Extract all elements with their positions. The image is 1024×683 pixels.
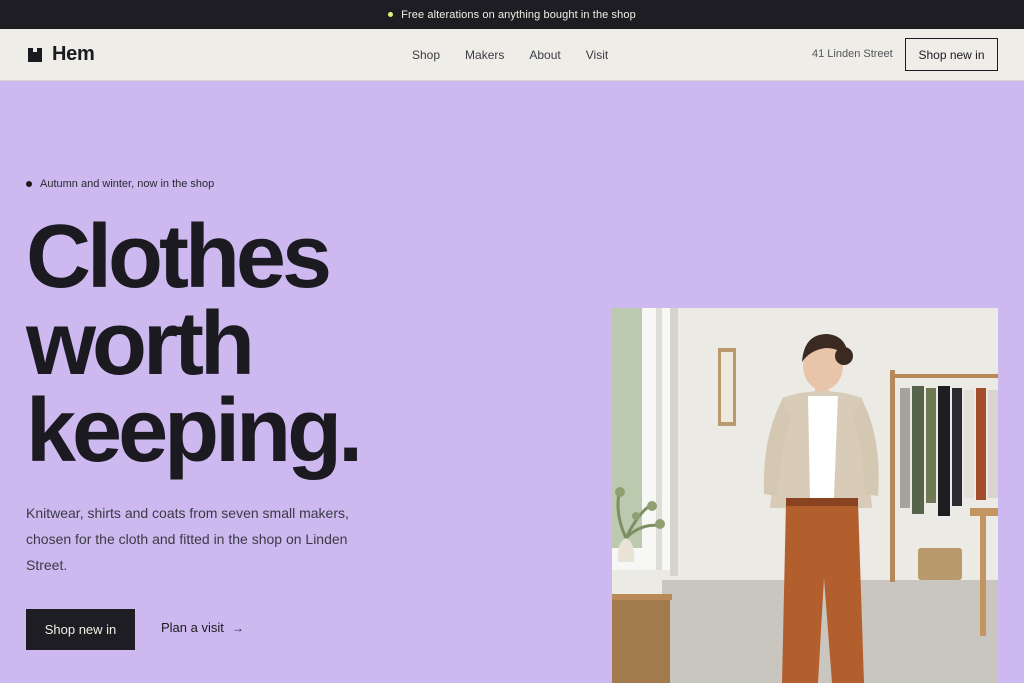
eyebrow-text: Autumn and winter, now in the shop [40, 178, 215, 190]
logo-link[interactable]: Hem [28, 43, 95, 66]
logo-text: Hem [52, 43, 95, 65]
plan-visit-link[interactable]: Plan a visit → [161, 620, 244, 635]
nav-makers[interactable]: Makers [465, 48, 504, 62]
hero-headline: Clothes worth keeping. [26, 207, 363, 481]
hero-eyebrow: Autumn and winter, now in the shop [26, 178, 214, 190]
eyebrow-bullet-icon [26, 181, 32, 187]
plan-visit-label: Plan a visit [161, 620, 224, 635]
nav-visit[interactable]: Visit [586, 48, 608, 62]
announcement-text: Free alterations on anything bought in t… [401, 8, 636, 21]
header-shop-new-in-button[interactable]: Shop new in [905, 38, 998, 71]
hero-photo-illustration [612, 308, 998, 683]
announcement-bar: Free alterations on anything bought in t… [0, 0, 1024, 29]
nav-shop[interactable]: Shop [412, 48, 440, 62]
headline-line-3: keeping. [26, 381, 363, 481]
store-address: 41 Linden Street [812, 48, 893, 60]
hero-description: Knitwear, shirts and coats from seven sm… [26, 505, 349, 573]
announcement-dot-icon [388, 12, 394, 17]
site-header: Hem Shop Makers About Visit 41 Linden St… [0, 29, 1024, 81]
logo-mark-icon [28, 47, 42, 62]
headline-line-1: Clothes [26, 207, 332, 307]
nav-about[interactable]: About [529, 48, 560, 62]
arrow-right-icon: → [231, 620, 244, 635]
headline-line-2: worth [26, 294, 255, 394]
main-nav: Shop Makers About Visit [412, 29, 633, 81]
hero-photo [612, 308, 998, 683]
hero-shop-new-in-button[interactable]: Shop new in [26, 609, 135, 650]
